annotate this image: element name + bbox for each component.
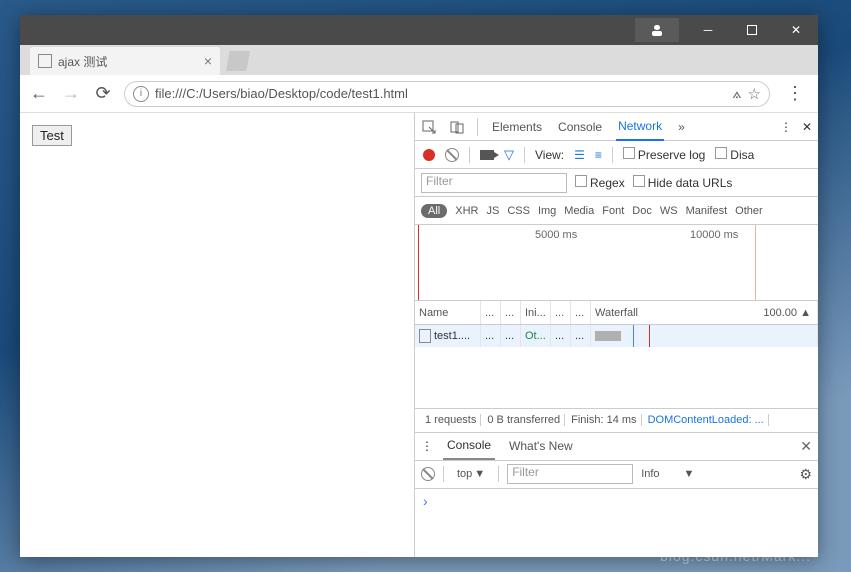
tab-strip: ajax 测试 ×: [20, 45, 818, 75]
preserve-log-checkbox[interactable]: Preserve log: [623, 147, 705, 162]
content-area: Test Elements Console Network » ⋮ ✕: [20, 113, 818, 557]
record-icon[interactable]: [423, 149, 435, 161]
devtools-tabs: Elements Console Network » ⋮ ✕: [415, 113, 818, 141]
tab-title: ajax 测试: [58, 53, 107, 70]
console-filter-input[interactable]: Filter: [507, 464, 633, 484]
regex-checkbox[interactable]: Regex: [575, 175, 625, 190]
maximize-button[interactable]: [730, 15, 774, 45]
overview-icon[interactable]: ≡: [595, 148, 602, 162]
filter-media[interactable]: Media: [564, 205, 594, 217]
col-waterfall[interactable]: Waterfall100.00 ▲: [591, 301, 818, 324]
network-table-header: Name ... ... Ini... ... ... Waterfall100…: [415, 301, 818, 325]
filter-css[interactable]: CSS: [507, 205, 530, 217]
close-tab-icon[interactable]: ×: [204, 53, 212, 69]
drawer-tab-console[interactable]: Console: [443, 432, 495, 460]
filter-manifest[interactable]: Manifest: [686, 205, 728, 217]
window-titlebar: ─ ✕: [20, 15, 818, 45]
device-icon[interactable]: [449, 119, 465, 135]
back-button[interactable]: ←: [28, 83, 50, 104]
browser-window: ─ ✕ ajax 测试 × ← → ⟳ i file:///C:/Users/b…: [20, 15, 818, 557]
drawer-close-icon[interactable]: ✕: [800, 438, 812, 455]
file-icon: [419, 329, 431, 343]
more-tabs-icon[interactable]: »: [678, 120, 685, 134]
tick-5000: 5000 ms: [535, 229, 577, 241]
table-empty-area: [415, 347, 818, 409]
clear-icon[interactable]: [445, 148, 459, 162]
drawer-tabs: ⋮ Console What's New ✕: [415, 433, 818, 461]
user-profile-icon[interactable]: [635, 18, 679, 42]
hide-data-urls-checkbox[interactable]: Hide data URLs: [633, 175, 733, 190]
console-scope-select[interactable]: top ▼: [452, 466, 490, 482]
large-rows-icon[interactable]: ☰: [574, 148, 585, 162]
transferred-size: 0 B transferred: [483, 414, 565, 426]
finish-time: Finish: 14 ms: [567, 414, 641, 426]
devtools-close-icon[interactable]: ✕: [802, 120, 812, 134]
filter-row: Filter Regex Hide data URLs: [415, 169, 818, 197]
inspect-icon[interactable]: [421, 119, 437, 135]
network-status-bar: 1 requests 0 B transferred Finish: 14 ms…: [415, 409, 818, 433]
address-bar-row: ← → ⟳ i file:///C:/Users/biao/Desktop/co…: [20, 75, 818, 113]
close-window-button[interactable]: ✕: [774, 15, 818, 45]
console-level-select[interactable]: Info ▼: [641, 468, 694, 480]
url-text: file:///C:/Users/biao/Desktop/code/test1…: [155, 86, 408, 101]
browser-tab[interactable]: ajax 测试 ×: [30, 47, 220, 75]
waterfall-bar: [595, 331, 621, 341]
filter-font[interactable]: Font: [602, 205, 624, 217]
view-label: View:: [535, 148, 564, 162]
tab-network[interactable]: Network: [616, 113, 664, 141]
devtools-menu-icon[interactable]: ⋮: [780, 120, 792, 134]
console-prompt-icon: ›: [423, 493, 428, 509]
page-icon: [38, 54, 52, 68]
console-clear-icon[interactable]: [421, 467, 435, 481]
screenshot-icon[interactable]: [480, 150, 494, 160]
filter-other[interactable]: Other: [735, 205, 763, 217]
timeline-overview[interactable]: 5000 ms 10000 ms: [415, 225, 818, 301]
filter-xhr[interactable]: XHR: [455, 205, 478, 217]
requests-count: 1 requests: [421, 414, 481, 426]
network-toolbar: ▽ View: ☰ ≡ Preserve log Disa: [415, 141, 818, 169]
col-name[interactable]: Name: [415, 301, 481, 324]
translate-icon[interactable]: ⟑: [732, 85, 741, 103]
tab-console[interactable]: Console: [556, 113, 604, 141]
filter-icon[interactable]: ▽: [504, 147, 514, 163]
type-filter-row: All XHR JS CSS Img Media Font Doc WS Man…: [415, 197, 818, 225]
reload-button[interactable]: ⟳: [92, 83, 114, 104]
filter-doc[interactable]: Doc: [632, 205, 652, 217]
console-settings-icon[interactable]: ⚙: [799, 466, 812, 483]
address-bar[interactable]: i file:///C:/Users/biao/Desktop/code/tes…: [124, 81, 770, 107]
disable-cache-checkbox[interactable]: Disa: [715, 147, 754, 162]
filter-ws[interactable]: WS: [660, 205, 678, 217]
drawer-menu-icon[interactable]: ⋮: [421, 439, 433, 453]
filter-js[interactable]: JS: [486, 205, 499, 217]
browser-menu-icon[interactable]: ⋮: [780, 83, 810, 104]
filter-input[interactable]: Filter: [421, 173, 567, 193]
filter-all[interactable]: All: [421, 204, 447, 218]
watermark-text: blog.csdn.net/Mark...: [660, 548, 811, 564]
page-body: Test: [20, 113, 414, 557]
tab-elements[interactable]: Elements: [490, 113, 544, 141]
test-button[interactable]: Test: [32, 125, 72, 146]
console-toolbar: top ▼ Filter Info ▼ ⚙: [415, 461, 818, 489]
filter-img[interactable]: Img: [538, 205, 556, 217]
devtools-panel: Elements Console Network » ⋮ ✕ ▽ View: ☰…: [414, 113, 818, 557]
star-icon[interactable]: ☆: [748, 85, 761, 103]
site-info-icon[interactable]: i: [133, 86, 149, 102]
tick-10000: 10000 ms: [690, 229, 738, 241]
drawer-tab-whatsnew[interactable]: What's New: [505, 432, 577, 460]
col-initiator[interactable]: Ini...: [521, 301, 551, 324]
network-row[interactable]: test1.... ... ... Ot... ... ...: [415, 325, 818, 347]
new-tab-button[interactable]: [226, 51, 250, 71]
dcl-time: DOMContentLoaded: ...: [644, 414, 769, 426]
forward-button[interactable]: →: [60, 83, 82, 104]
console-body[interactable]: ›: [415, 489, 818, 558]
minimize-button[interactable]: ─: [686, 15, 730, 45]
